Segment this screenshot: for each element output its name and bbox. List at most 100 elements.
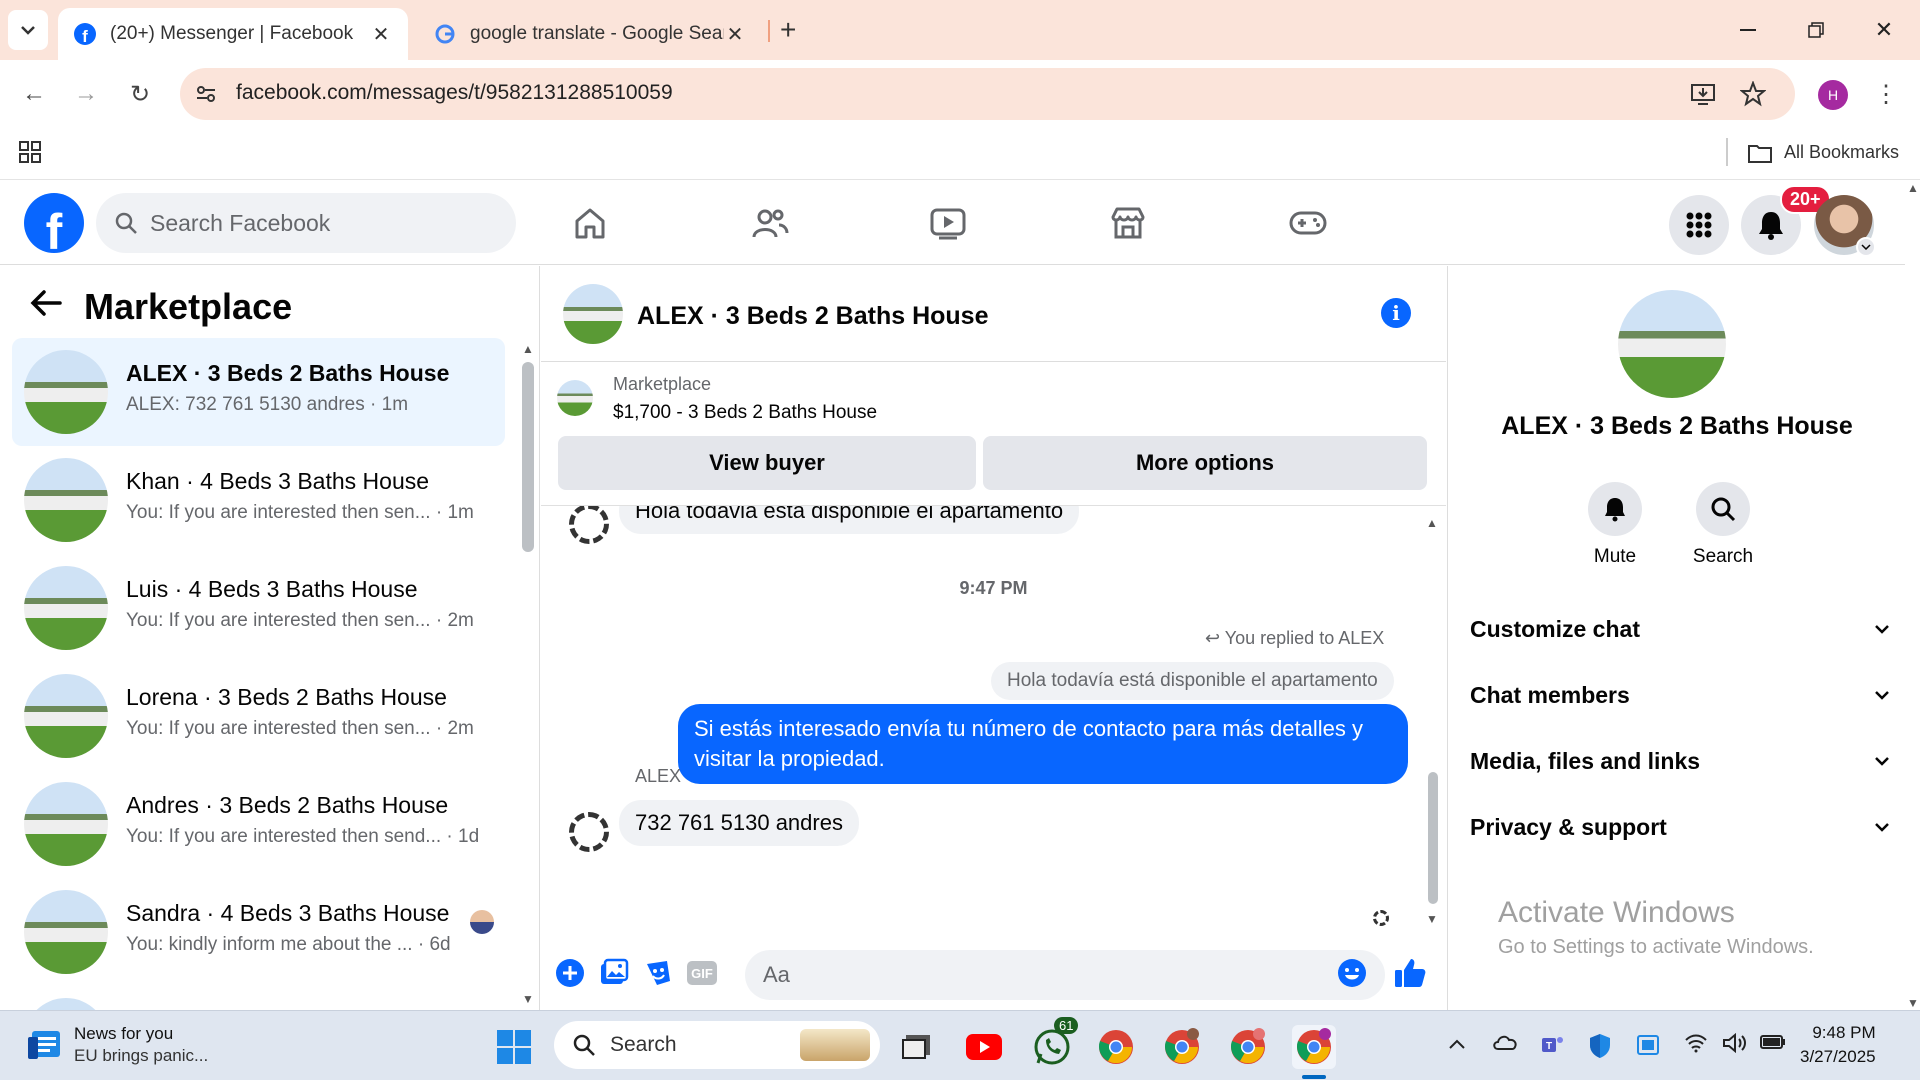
account-chevron-icon[interactable]	[1856, 237, 1876, 257]
install-app-icon[interactable]	[1690, 81, 1716, 107]
reload-icon[interactable]: ↻	[120, 74, 160, 114]
menu-grid-button[interactable]	[1669, 195, 1729, 255]
friends-nav-icon[interactable]	[740, 197, 800, 249]
conversation-item[interactable]: Andres · 3 Beds 2 Baths House You: If yo…	[12, 770, 505, 878]
message-scrollbar[interactable]: ▲ ▼	[1426, 516, 1440, 936]
activate-windows-watermark: Activate Windows Go to Settings to activ…	[1498, 896, 1814, 959]
scrollbar-thumb[interactable]	[1428, 772, 1438, 904]
chrome-profile-icon[interactable]	[1160, 1025, 1204, 1069]
apps-grid-icon[interactable]	[18, 140, 42, 164]
quoted-message[interactable]: Hola todavía está disponible el apartame…	[991, 662, 1394, 700]
address-bar[interactable]: facebook.com/messages/t/9582131288510059	[180, 68, 1795, 120]
sticker-icon[interactable]	[641, 956, 675, 990]
browser-menu-icon[interactable]: ⋮	[1866, 74, 1906, 114]
bookmark-star-icon[interactable]	[1740, 81, 1766, 107]
conversation-name: Lorena · 3 Beds 2 Baths House	[126, 684, 447, 710]
customize-chat-section[interactable]: Customize chat	[1470, 604, 1890, 654]
scroll-down-arrow-icon[interactable]: ▼	[1906, 996, 1920, 1010]
like-thumb-icon[interactable]	[1393, 956, 1427, 990]
scroll-down-arrow-icon[interactable]: ▼	[1426, 912, 1438, 926]
search-label: Search	[1692, 546, 1754, 567]
screen-cast-icon[interactable]	[1636, 1033, 1660, 1063]
tab-search-menu-button[interactable]	[8, 10, 48, 50]
watch-nav-icon[interactable]	[918, 197, 978, 249]
minimize-icon[interactable]	[1728, 10, 1768, 50]
conversation-item[interactable]	[12, 986, 505, 1010]
sender-avatar	[569, 812, 609, 852]
tab-google[interactable]: google translate - Google Search ✕	[420, 8, 760, 60]
back-arrow-icon[interactable]	[30, 288, 62, 325]
chat-members-section[interactable]: Chat members	[1470, 670, 1890, 720]
close-tab-icon[interactable]: ✕	[724, 22, 746, 47]
all-bookmarks-button[interactable]: All Bookmarks	[1748, 142, 1899, 163]
conversation-item[interactable]: Lorena · 3 Beds 2 Baths House You: If yo…	[12, 662, 505, 770]
conversation-item[interactable]: ALEX · 3 Beds 2 Baths House ALEX: 732 76…	[12, 338, 505, 446]
more-actions-plus-icon[interactable]	[553, 956, 587, 990]
info-icon[interactable]: i	[1381, 298, 1411, 328]
scroll-up-arrow-icon[interactable]: ▲	[522, 342, 534, 356]
svg-text:f: f	[82, 27, 88, 45]
search-icon	[115, 212, 137, 234]
listing-thumbnail[interactable]	[557, 380, 593, 416]
marketplace-nav-icon[interactable]	[1098, 197, 1158, 249]
windows-start-icon[interactable]	[496, 1029, 532, 1065]
chat-avatar[interactable]	[563, 284, 623, 344]
back-arrow-icon[interactable]: ←	[14, 74, 54, 114]
conversation-item[interactable]: Sandra · 4 Beds 3 Baths House You: kindl…	[12, 878, 505, 986]
conversation-item[interactable]: Luis · 4 Beds 3 Baths House You: If you …	[12, 554, 505, 662]
media-files-links-section[interactable]: Media, files and links	[1470, 736, 1890, 786]
listing-price[interactable]: $1,700 - 3 Beds 2 Baths House	[613, 402, 877, 424]
wifi-icon[interactable]	[1684, 1033, 1708, 1059]
news-widget[interactable]: News for you EU brings panic...	[26, 1023, 208, 1067]
scroll-down-arrow-icon[interactable]: ▼	[522, 992, 534, 1006]
conversation-preview: You: If you are interested then send... …	[126, 826, 480, 847]
scrollbar-thumb[interactable]	[522, 362, 534, 552]
chrome-active-profile-icon[interactable]	[1292, 1025, 1336, 1069]
defender-icon[interactable]	[1588, 1033, 1612, 1065]
activate-windows-subtitle: Go to Settings to activate Windows.	[1498, 936, 1814, 958]
chrome-profile-icon[interactable]	[1226, 1025, 1270, 1069]
site-settings-icon[interactable]	[194, 82, 218, 106]
search-in-conversation-button[interactable]: Search	[1673, 482, 1773, 568]
show-hidden-icons-icon[interactable]	[1448, 1033, 1466, 1056]
close-tab-icon[interactable]: ✕	[370, 22, 392, 47]
privacy-support-section[interactable]: Privacy & support	[1470, 802, 1890, 852]
task-view-icon[interactable]	[894, 1025, 938, 1069]
all-bookmarks-label: All Bookmarks	[1784, 142, 1900, 162]
new-tab-button[interactable]: +	[780, 14, 796, 46]
volume-icon[interactable]	[1722, 1032, 1748, 1059]
message-input[interactable]: Aa	[745, 950, 1385, 1000]
chat-title[interactable]: ALEX · 3 Beds 2 Baths House	[637, 302, 988, 331]
search-icon	[1696, 482, 1750, 536]
chrome-icon[interactable]	[1094, 1025, 1138, 1069]
forward-arrow-icon[interactable]: →	[66, 74, 106, 114]
gif-icon[interactable]: GIF	[685, 956, 719, 990]
close-window-icon[interactable]: ✕	[1864, 10, 1904, 50]
taskbar-search[interactable]: Search	[554, 1021, 880, 1069]
more-options-button[interactable]: More options	[983, 436, 1427, 490]
chat-details-avatar[interactable]	[1618, 290, 1726, 398]
facebook-search-input[interactable]: Search Facebook	[96, 193, 516, 253]
scroll-up-arrow-icon[interactable]: ▲	[1426, 516, 1440, 530]
emoji-icon[interactable]	[1335, 956, 1369, 990]
onedrive-icon[interactable]	[1492, 1033, 1518, 1057]
page-scrollbar[interactable]: ▲ ▼	[1906, 181, 1920, 1010]
youtube-icon[interactable]	[962, 1025, 1006, 1069]
browser-profile-avatar[interactable]: H	[1818, 80, 1848, 110]
marketplace-title: Marketplace	[84, 286, 293, 327]
facebook-logo-icon[interactable]: f	[24, 193, 84, 253]
tab-messenger[interactable]: f (20+) Messenger | Facebook ✕	[58, 8, 408, 60]
scroll-up-arrow-icon[interactable]: ▲	[1906, 181, 1920, 195]
chevron-down-icon	[1875, 757, 1889, 766]
mute-button[interactable]: Mute	[1565, 482, 1665, 568]
gaming-nav-icon[interactable]	[1278, 197, 1338, 249]
system-clock[interactable]: 9:48 PM 3/27/2025	[1800, 1021, 1876, 1069]
view-buyer-button[interactable]: View buyer	[558, 436, 976, 490]
restore-icon[interactable]	[1796, 10, 1836, 50]
teams-icon[interactable]: T	[1540, 1033, 1566, 1063]
conversation-name: Sandra · 4 Beds 3 Baths House	[126, 900, 450, 926]
home-nav-icon[interactable]	[560, 197, 620, 249]
conversation-item[interactable]: Khan · 4 Beds 3 Baths House You: If you …	[12, 446, 505, 554]
attach-photo-icon[interactable]	[597, 956, 631, 990]
battery-icon[interactable]	[1760, 1033, 1786, 1056]
